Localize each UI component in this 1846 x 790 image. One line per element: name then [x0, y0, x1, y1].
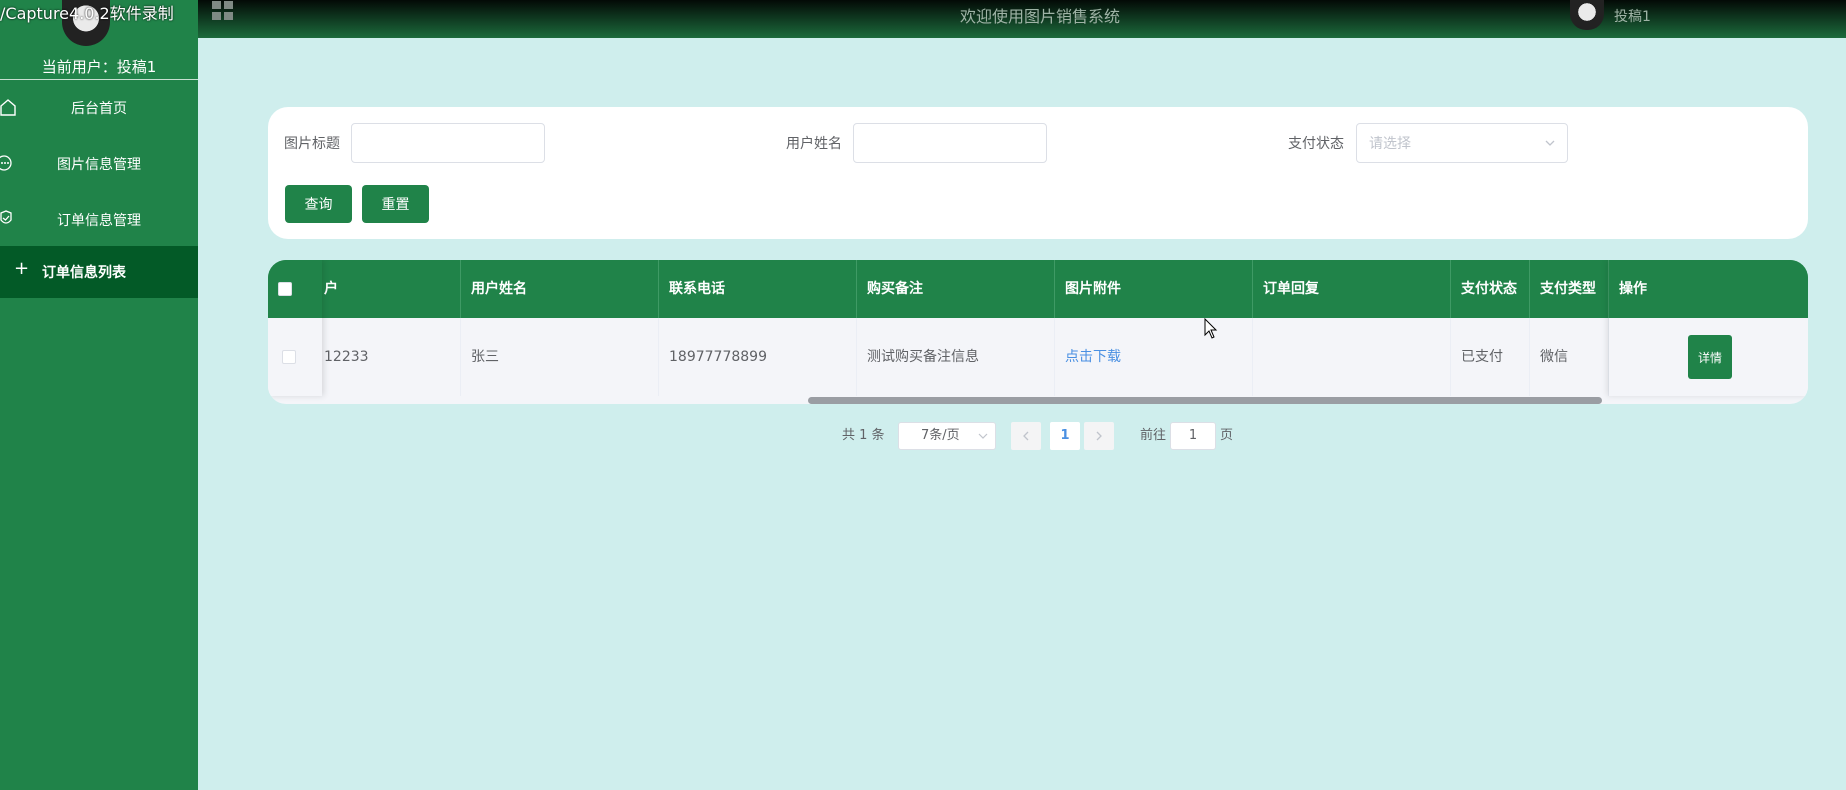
detail-button[interactable]: 详情 [1688, 335, 1732, 379]
mouse-cursor-icon [1204, 318, 1218, 339]
sidebar-item-label: 订单信息管理 [57, 213, 141, 229]
column-header-phone: 联系电话 [659, 260, 857, 318]
cell-account: 12233 [314, 318, 461, 396]
column-header-pay-status: 支付状态 [1451, 260, 1530, 318]
chevron-down-icon [978, 433, 988, 439]
current-user-label: 当前用户： [41, 58, 117, 76]
home-icon [0, 99, 16, 116]
attachment-download-link[interactable]: 点击下载 [1055, 318, 1253, 396]
cell-username: 张三 [461, 318, 659, 396]
column-header-username: 用户姓名 [461, 260, 659, 318]
sidebar-item-home[interactable]: 后台首页 [0, 82, 198, 134]
select-all-checkbox[interactable] [278, 282, 292, 296]
column-header-pay-type: 支付类型 [1530, 260, 1609, 318]
sidebar-item-image-management[interactable]: 图片信息管理 [0, 138, 198, 190]
recording-watermark: /Capture4.0.2软件录制 [0, 4, 174, 23]
title-input[interactable] [351, 123, 545, 163]
chevron-down-icon [1545, 140, 1555, 146]
sidebar-item-order-list[interactable]: + 订单信息列表 [0, 246, 198, 298]
username-label: 用户姓名 [786, 136, 842, 152]
sidebar-item-label: 后台首页 [71, 101, 127, 117]
next-page-button[interactable] [1084, 422, 1114, 450]
cell-phone: 18977778899 [659, 318, 857, 396]
action-column: 操作 详情 [1609, 260, 1808, 396]
header-username[interactable]: 投稿1 [1614, 6, 1651, 26]
page-size-value: 7条/页 [921, 428, 960, 443]
page-number[interactable]: 1 [1050, 422, 1080, 450]
page-suffix: 页 [1220, 428, 1234, 443]
pay-status-label: 支付状态 [1288, 136, 1344, 152]
search-form: 图片标题 用户姓名 支付状态 请选择 查询 重置 [268, 107, 1808, 239]
cell-pay-type: 微信 [1530, 318, 1609, 396]
pagination-total: 共 1 条 [842, 428, 885, 443]
cell-reply [1253, 318, 1451, 396]
sidebar-divider [0, 79, 198, 80]
plus-icon: + [14, 258, 30, 279]
username-input[interactable] [853, 123, 1047, 163]
current-user-name: 投稿1 [116, 58, 157, 76]
selection-column [268, 260, 322, 396]
table-row: 12233 张三 18977778899 测试购买备注信息 点击下载 已支付 微… [268, 318, 1808, 396]
more-icon [0, 155, 12, 171]
current-user: 当前用户：投稿1 [0, 56, 198, 77]
horizontal-scrollbar[interactable] [808, 397, 1602, 404]
pay-status-select[interactable]: 请选择 [1356, 123, 1568, 163]
pay-status-placeholder: 请选择 [1369, 136, 1411, 152]
sidebar-item-label: 图片信息管理 [57, 157, 141, 173]
column-header-action: 操作 [1609, 260, 1808, 318]
avatar[interactable] [1570, 0, 1604, 30]
column-header-attachment: 图片附件 [1055, 260, 1253, 318]
sidebar-item-label: 订单信息列表 [42, 265, 126, 281]
prev-page-button[interactable] [1011, 422, 1041, 450]
sidebar: 当前用户：投稿1 后台首页 图片信息管理 订单信息管理 + 订单信息列表 [0, 0, 198, 790]
chevron-right-icon [1096, 431, 1102, 441]
column-header-reply: 订单回复 [1253, 260, 1451, 318]
chevron-left-icon [1023, 431, 1029, 441]
goto-label: 前往 [1140, 428, 1167, 443]
sidebar-item-order-management[interactable]: 订单信息管理 [0, 194, 198, 246]
cell-remark: 测试购买备注信息 [857, 318, 1055, 396]
top-bar: 欢迎使用图片销售系统 投稿1 [198, 0, 1846, 38]
column-header-account: 户 [314, 260, 461, 318]
page-size-select[interactable]: 7条/页 [898, 422, 996, 450]
shield-icon [0, 210, 12, 224]
order-table: 户 用户姓名 联系电话 购买备注 图片附件 订单回复 支付状态 支付类型 122… [268, 260, 1808, 404]
column-header-remark: 购买备注 [857, 260, 1055, 318]
table-header: 户 用户姓名 联系电话 购买备注 图片附件 订单回复 支付状态 支付类型 [268, 260, 1808, 318]
cell-pay-status: 已支付 [1451, 318, 1530, 396]
reset-button[interactable]: 重置 [362, 185, 429, 223]
row-checkbox[interactable] [282, 350, 296, 364]
title-label: 图片标题 [284, 136, 340, 152]
query-button[interactable]: 查询 [285, 185, 352, 223]
goto-page-input[interactable]: 1 [1170, 422, 1216, 450]
